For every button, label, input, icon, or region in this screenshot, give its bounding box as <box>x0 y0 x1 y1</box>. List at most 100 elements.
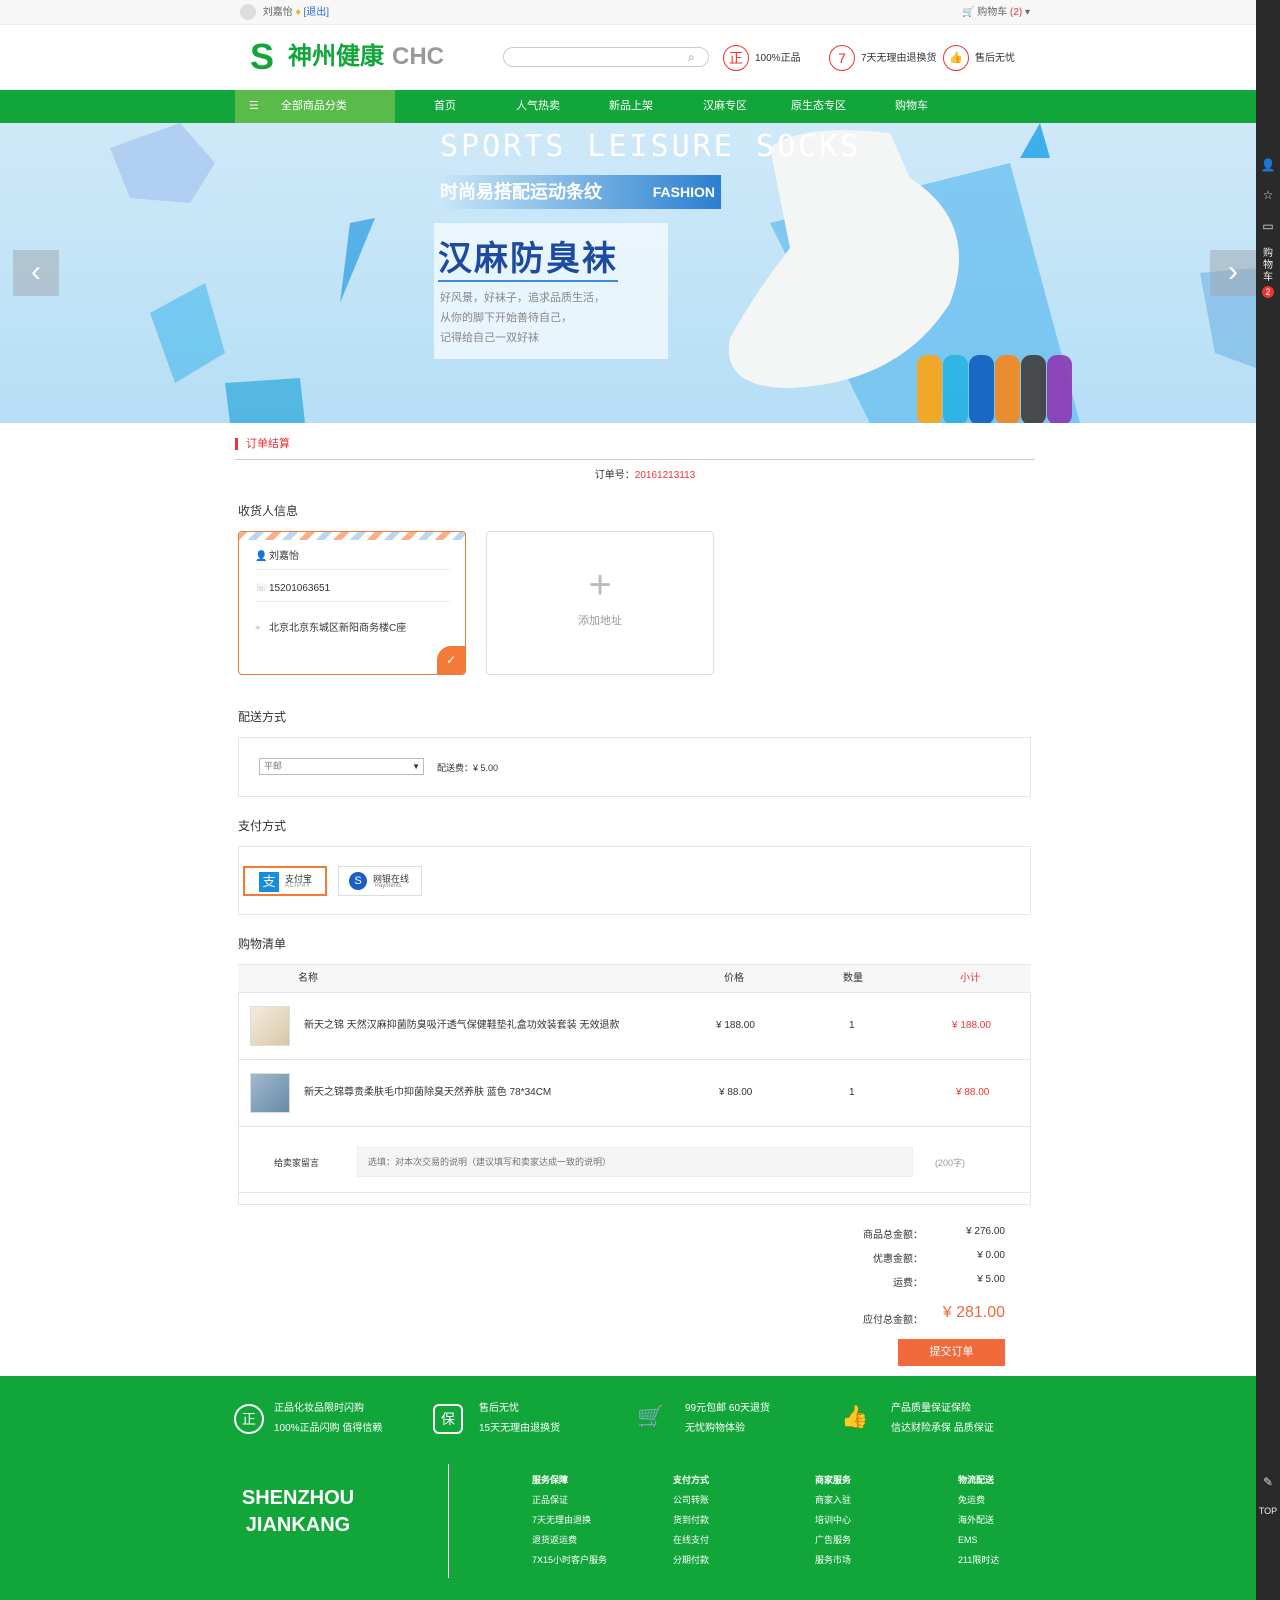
cart-icon: 🛒 <box>637 1404 665 1429</box>
product-name[interactable]: 新天之锦 天然汉麻抑菌防臭吸汗透气保健鞋垫礼盒功效装套装 无效退款 <box>304 1019 644 1033</box>
avatar[interactable] <box>240 4 256 21</box>
check-icon: ✓ <box>437 646 465 674</box>
search-input[interactable] <box>503 47 709 67</box>
footer-link[interactable]: 广告服务 <box>815 1530 851 1550</box>
delivery-select[interactable]: 平邮 ▼ <box>259 758 424 775</box>
search-icon[interactable]: ⌕ <box>688 50 702 64</box>
banner-next-button[interactable]: › <box>1210 250 1256 296</box>
footer-feature-line2: 100%正品闪购 值得信赖 <box>274 1423 383 1434</box>
footer-link[interactable]: 免运费 <box>958 1490 999 1510</box>
banner-line2-en: FASHION <box>652 184 715 200</box>
footer-column-title: 服务保障 <box>532 1475 569 1485</box>
footer-column-service: 服务保障 正品保证 7天无理由退换 退货返运费 7X15小时客户服务 <box>532 1470 607 1570</box>
footer-link[interactable]: 在线支付 <box>673 1530 709 1550</box>
nav-new[interactable]: 新品上架 <box>609 90 653 123</box>
submit-order-button[interactable]: 提交订单 <box>898 1339 1005 1366</box>
footer-link[interactable]: 培训中心 <box>815 1510 851 1530</box>
banner-line2: 时尚易搭配运动条纹 <box>440 182 602 202</box>
top-bar-inner: 刘嘉怡 ♦ [退出] <box>240 0 1040 25</box>
footer-feature-line2: 无忧购物体验 <box>685 1423 745 1434</box>
top-bar: 刘嘉怡 ♦ [退出] 🛒 购物车 (2) ▾ <box>0 0 1256 25</box>
seven-day-icon: 7 <box>829 45 855 72</box>
footer-link[interactable]: 海外配送 <box>958 1510 999 1530</box>
star-icon[interactable]: ☆ <box>1258 185 1278 205</box>
footer-feature-line2: 信达财险承保 品质保证 <box>891 1423 994 1434</box>
address-card-selected[interactable]: 👤 刘嘉怡 ☏15201063651 ⌖ 北京北京东城区新阳商务楼C座 ✓ <box>238 531 466 675</box>
product-thumbnail[interactable] <box>250 1006 290 1046</box>
feedback-icon[interactable]: ✎ <box>1258 1472 1278 1492</box>
footer-link[interactable]: 7天无理由退换 <box>532 1510 607 1530</box>
footer-link[interactable]: EMS <box>958 1530 999 1550</box>
banner-textbox: 汉麻防臭袜 好风景，好袜子，追求品质生活， 从你的脚下开始善待自己， 记得给自己… <box>434 223 668 359</box>
plus-icon: + <box>588 563 612 607</box>
footer-link[interactable]: 商家入驻 <box>815 1490 851 1510</box>
add-address-button[interactable]: + 添加地址 <box>486 531 714 675</box>
promise-return: 7 7天无理由退换货 <box>829 44 937 74</box>
phone-icon: ☏ <box>255 583 268 594</box>
product-qty: 1 <box>849 1020 855 1031</box>
goods-total-label: 商品总金额： <box>863 1230 923 1241</box>
add-address-label: 添加地址 <box>578 615 622 627</box>
payment-bank[interactable]: S 网银在线 Payments <box>338 866 422 896</box>
location-icon: ⌖ <box>255 623 261 634</box>
payment-alipay[interactable]: 支 支付宝 ALIPAY <box>243 866 327 896</box>
footer-link[interactable]: 7X15小时客户服务 <box>532 1550 607 1570</box>
seller-message-input[interactable] <box>357 1147 913 1177</box>
nav-home[interactable]: 首页 <box>434 90 456 123</box>
logo-cn: 神州健康 <box>288 43 384 70</box>
footer-link[interactable]: 服务市场 <box>815 1550 851 1570</box>
alipay-sub: ALIPAY <box>285 883 312 889</box>
footer-link[interactable]: 公司转账 <box>673 1490 709 1510</box>
cart-divider <box>238 1192 1031 1193</box>
promo-banner[interactable]: SPORTS LEISURE SOCKS 时尚易搭配运动条纹 FASHION 汉… <box>0 123 1256 423</box>
delivery-fee-value: ¥ 5.00 <box>473 763 499 773</box>
genuine-icon: 正 <box>723 45 749 72</box>
footer-link[interactable]: 退货返运费 <box>532 1530 607 1550</box>
logo[interactable]: 神州健康 CHC <box>288 42 444 72</box>
rail-cart-char: 车 <box>1263 272 1273 283</box>
mini-cart[interactable]: 🛒 购物车 (2) ▾ <box>962 0 1030 25</box>
product-name[interactable]: 新天之锦尊贵柔肤毛巾抑菌除臭天然养肤 蓝色 78*34CM <box>304 1086 644 1100</box>
nav-cart[interactable]: 购物车 <box>895 90 928 123</box>
bank-sub: Payments <box>375 883 402 889</box>
user-icon[interactable]: 👤 <box>1258 155 1278 175</box>
nav-eco[interactable]: 原生态专区 <box>791 90 846 123</box>
table-row: 新天之锦 天然汉麻抑菌防臭吸汗透气保健鞋垫礼盒功效装套装 无效退款 ¥ 188.… <box>238 993 1031 1060</box>
all-categories-button[interactable]: ☰ 全部商品分类 <box>235 90 395 123</box>
footer-feature-line1: 产品质量保证保险 <box>891 1403 971 1414</box>
address-stripe <box>239 532 465 540</box>
product-qty: 1 <box>849 1087 855 1098</box>
shipping-label: 运费： <box>893 1278 923 1289</box>
nav-hot[interactable]: 人气热卖 <box>516 90 560 123</box>
receiver-name: 刘嘉怡 <box>269 551 299 562</box>
banner-prev-button[interactable]: ‹ <box>13 250 59 296</box>
footer-link[interactable]: 分期付款 <box>673 1550 709 1570</box>
cart-icon: 🛒 <box>962 7 975 18</box>
banner-headline: 汉麻防臭袜 <box>438 231 618 282</box>
promise-text: 售后无忧 <box>975 53 1015 64</box>
delivery-fee: 配送费：¥ 5.00 <box>437 761 498 774</box>
cart-title: 购物清单 <box>238 937 287 951</box>
delivery-fee-label: 配送费： <box>437 763 474 773</box>
product-thumbnail[interactable] <box>250 1073 290 1113</box>
footer-column-logistics: 物流配送 免运费 海外配送 EMS 211限时达 <box>958 1470 999 1570</box>
receiver-title: 收货人信息 <box>238 504 299 518</box>
footer-link[interactable]: 211限时达 <box>958 1550 999 1570</box>
rail-cart[interactable]: 购 物 车 2 <box>1258 248 1278 298</box>
message-label: 给卖家留言 <box>274 1158 320 1168</box>
delivery-title: 配送方式 <box>238 710 287 724</box>
footer-feature-line1: 售后无忧 <box>479 1403 519 1414</box>
back-to-top[interactable]: TOP <box>1256 1506 1280 1516</box>
address-phone-row: ☏15201063651 <box>255 576 451 602</box>
promise-text: 7天无理由退换货 <box>861 53 937 64</box>
logout-link[interactable]: [退出] <box>303 7 329 18</box>
username[interactable]: 刘嘉怡 <box>263 7 293 18</box>
nav-hemp[interactable]: 汉麻专区 <box>703 90 747 123</box>
footer-brand-line2: JIANKANG <box>245 1514 351 1536</box>
footer-link[interactable]: 货到付款 <box>673 1510 709 1530</box>
coupon-icon[interactable]: ▭ <box>1258 216 1278 236</box>
promise-aftersale: 👍 售后无忧 <box>943 44 1015 74</box>
footer-link[interactable]: 正品保证 <box>532 1490 607 1510</box>
logo-icon[interactable]: S <box>250 39 276 75</box>
message-limit: (200字) <box>935 1158 966 1168</box>
